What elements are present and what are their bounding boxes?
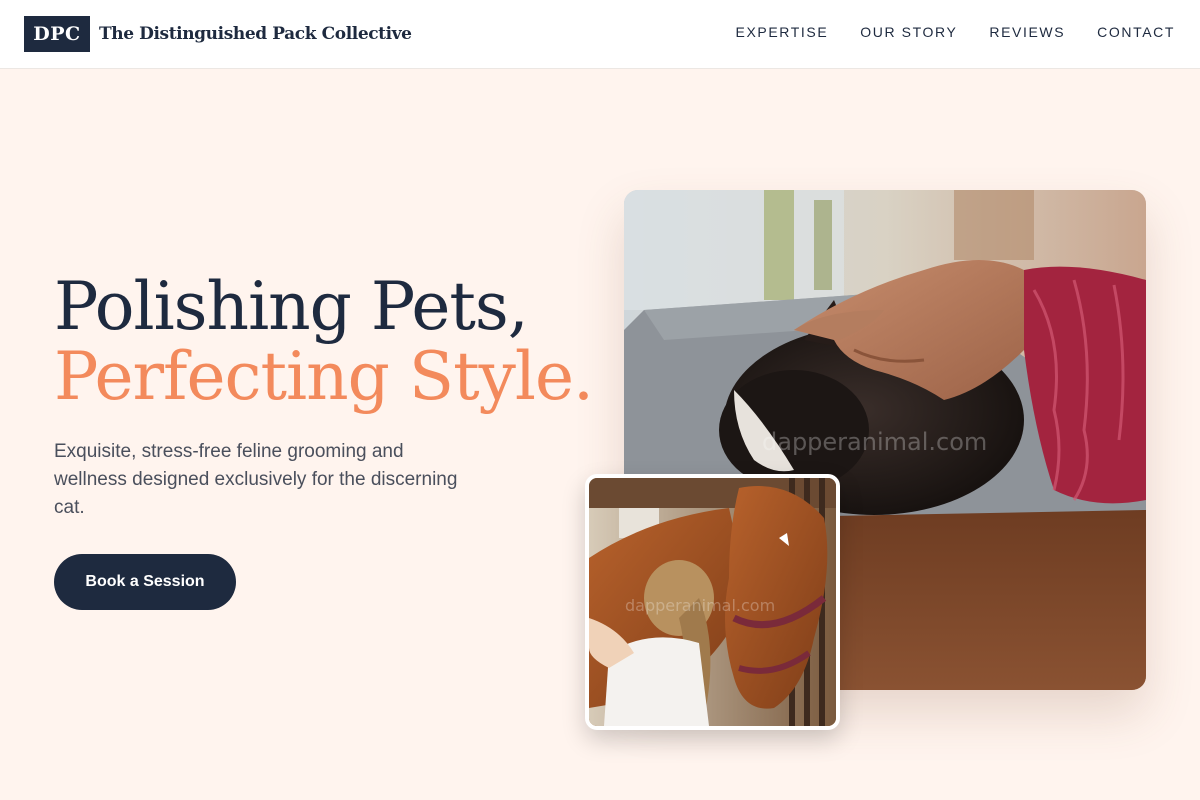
hero-title-line1: Polishing Pets, [54,268,529,345]
horse-grooming-illustration [589,478,836,726]
nav-reviews[interactable]: REVIEWS [989,24,1065,40]
nav-our-story[interactable]: OUR STORY [860,24,957,40]
nav-contact[interactable]: CONTACT [1097,24,1175,40]
brand-name: The Distinguished Pack Collective [99,24,412,44]
logo-mark: DPC [24,16,90,52]
horse-grooming-photo: dapperanimal.com [585,474,840,730]
hero-title-line2: Perfecting Style. [54,338,594,415]
book-session-button[interactable]: Book a Session [54,554,236,610]
nav-expertise[interactable]: EXPERTISE [736,24,829,40]
hero-title: Polishing Pets, Perfecting Style. [54,268,594,415]
brand-logo[interactable]: DPC The Distinguished Pack Collective [24,16,412,52]
site-header: DPC The Distinguished Pack Collective EX… [0,0,1200,69]
main-nav: EXPERTISE OUR STORY REVIEWS CONTACT [736,24,1175,40]
hero-subtitle: Exquisite, stress-free feline grooming a… [54,441,458,518]
